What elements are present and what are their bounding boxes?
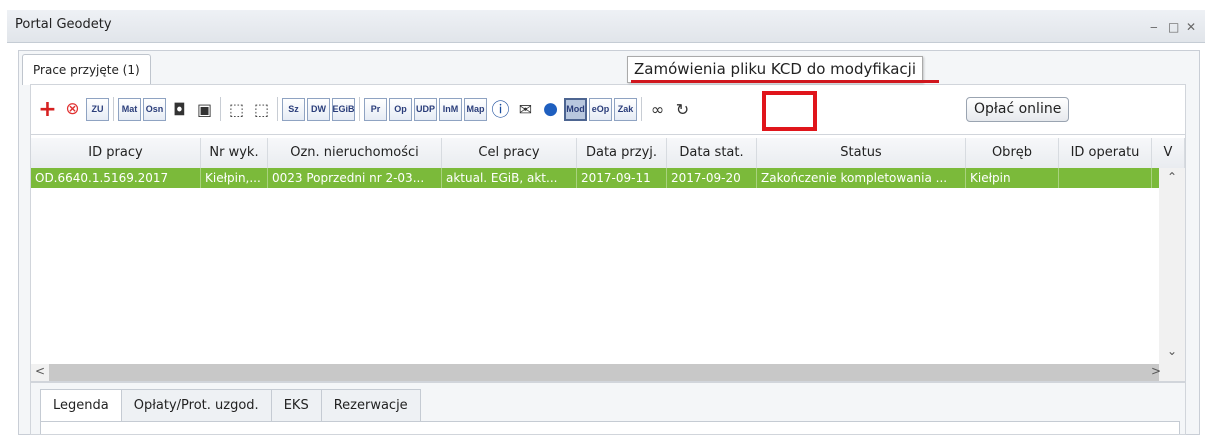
info-icon[interactable]: ⓘ	[489, 98, 512, 121]
col-cel-pracy[interactable]: Cel pracy	[442, 138, 577, 168]
horizontal-scrollbar[interactable]: < >	[31, 364, 1185, 381]
close-icon[interactable]: ✕	[1186, 20, 1196, 34]
mail-icon[interactable]: ✉	[514, 98, 537, 121]
sz-button[interactable]: Sz	[282, 97, 305, 121]
plus-icon[interactable]: +	[36, 97, 59, 122]
tab-rezerwacje[interactable]: Rezerwacje	[321, 389, 421, 422]
tab-legenda[interactable]: Legenda	[40, 389, 122, 422]
chat-icon[interactable]: ●	[539, 98, 562, 121]
col-nr-wyk[interactable]: Nr wyk.	[201, 138, 268, 168]
scroll-right-icon[interactable]: >	[1151, 364, 1161, 378]
refresh-icon[interactable]: ↻	[671, 98, 694, 121]
table-row[interactable]: OD.6640.1.5169.2017 Kiełpin,... 0023 Pop…	[31, 168, 1185, 188]
col-ozn-nieruchomosci[interactable]: Ozn. nieruchomości	[268, 138, 442, 168]
tab-oplaty[interactable]: Opłaty/Prot. uzgod.	[121, 389, 272, 422]
app-window: Portal Geodety ‒ □ ✕ Prace przyjęte (1) …	[0, 0, 1205, 435]
dw-button[interactable]: DW	[307, 97, 330, 121]
col-obreb[interactable]: Obręb	[966, 138, 1059, 168]
camera-icon[interactable]: ▣	[193, 98, 216, 121]
cell-obreb: Kiełpin	[966, 168, 1059, 188]
tooltip-underline	[631, 80, 939, 83]
col-status[interactable]: Status	[757, 138, 966, 168]
cell-id-operatu	[1059, 168, 1152, 188]
zu-button[interactable]: ZU	[86, 97, 109, 121]
title-bar: Portal Geodety ‒ □ ✕	[7, 10, 1205, 43]
bottom-tabs: Legenda Opłaty/Prot. uzgod. EKS Rezerwac…	[40, 389, 421, 422]
maximize-icon[interactable]: □	[1168, 20, 1179, 34]
cell-data-stat: 2017-09-20	[667, 168, 757, 188]
mod-button[interactable]: Mod	[564, 97, 587, 121]
binoculars-icon[interactable]: ∞	[646, 98, 669, 121]
col-v[interactable]: V	[1152, 138, 1185, 168]
mat-button[interactable]: Mat	[118, 97, 141, 121]
udp-button[interactable]: UDP	[414, 97, 437, 121]
area-select-icon[interactable]: ⬚	[225, 98, 248, 121]
x-circle-icon[interactable]: ⊗	[61, 98, 84, 121]
tab-eks[interactable]: EKS	[271, 389, 322, 422]
vertical-scrollbar[interactable]: ⌃ ⌄	[1159, 168, 1185, 364]
scroll-left-icon[interactable]: <	[35, 364, 45, 378]
pr-button[interactable]: Pr	[364, 97, 387, 121]
separator	[641, 97, 642, 121]
minimize-icon[interactable]: ‒	[1150, 20, 1158, 34]
cell-status: Zakończenie kompletowania ...	[757, 168, 966, 188]
bottom-tab-content	[40, 421, 1180, 434]
pay-online-button[interactable]: Opłać online	[966, 97, 1070, 122]
cell-id-pracy: OD.6640.1.5169.2017	[31, 168, 201, 188]
mod-highlight-box	[762, 91, 817, 131]
tooltip: Zamówienia pliku KCD do modyfikacji	[627, 56, 924, 83]
col-data-przyj[interactable]: Data przyj.	[577, 138, 667, 168]
horizontal-scroll-thumb[interactable]	[49, 364, 1159, 381]
scroll-down-icon[interactable]: ⌄	[1167, 344, 1177, 358]
tab-prace-przyjete[interactable]: Prace przyjęte (1)	[22, 54, 151, 85]
col-id-operatu[interactable]: ID operatu	[1059, 138, 1152, 168]
separator	[277, 97, 278, 121]
toolbar: + ⊗ ZU Mat Osn ◘ ▣ ⬚ ⬚ Sz DW EGiB Pr Op …	[36, 95, 696, 123]
separator	[220, 97, 221, 121]
col-id-pracy[interactable]: ID pracy	[31, 138, 201, 168]
grid-header: ID pracy Nr wyk. Ozn. nieruchomości Cel …	[31, 138, 1185, 169]
op-button[interactable]: Op	[389, 97, 412, 121]
separator	[113, 97, 114, 121]
eop-button[interactable]: eOp	[589, 97, 612, 121]
camera-search-icon[interactable]: ◘	[168, 98, 191, 121]
edit-area-icon[interactable]: ⬚	[250, 98, 273, 121]
inm-button[interactable]: InM	[439, 97, 462, 121]
cell-nr-wyk: Kiełpin,...	[201, 168, 268, 188]
cell-ozn-nieruchomosci: 0023 Poprzedni nr 2-03...	[268, 168, 442, 188]
col-data-stat[interactable]: Data stat.	[667, 138, 757, 168]
cell-cel-pracy: aktual. EGiB, akt...	[442, 168, 577, 188]
scroll-up-icon[interactable]: ⌃	[1167, 170, 1177, 184]
map-button[interactable]: Map	[464, 97, 487, 121]
cell-data-przyj: 2017-09-11	[577, 168, 667, 188]
works-grid: ID pracy Nr wyk. Ozn. nieruchomości Cel …	[30, 134, 1186, 382]
window-title: Portal Geodety	[15, 17, 112, 32]
osn-button[interactable]: Osn	[143, 97, 166, 121]
separator	[359, 97, 360, 121]
egib-button[interactable]: EGiB	[332, 97, 355, 121]
zak-button[interactable]: Zak	[614, 97, 637, 121]
